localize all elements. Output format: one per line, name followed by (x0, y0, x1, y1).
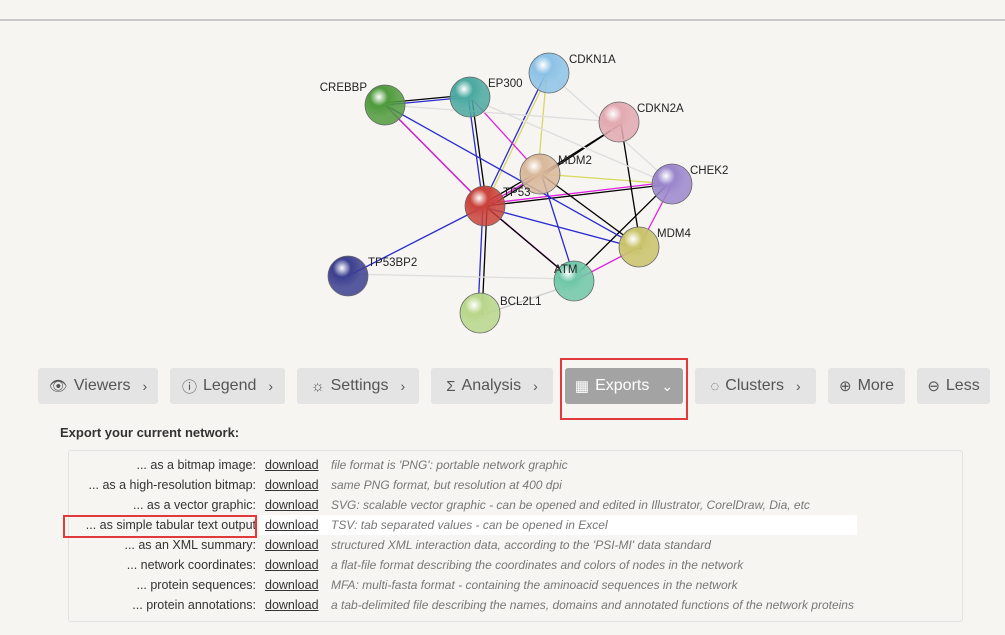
export-row: ... protein sequences: download MFA: multi… (69, 575, 962, 595)
button-label: Viewers (73, 377, 131, 394)
node-mdm2[interactable]: MDM2 (519, 153, 592, 195)
node-cdkn2a[interactable]: CDKN2A (598, 101, 684, 143)
node-mdm4[interactable]: MDM4 (618, 226, 691, 268)
edge-tp53-mdm4[interactable] (486, 207, 642, 250)
export-label: ... protein sequences: (136, 578, 256, 592)
node-bcl2l1[interactable]: BCL2L1 (459, 292, 542, 334)
export-description: TSV: tab separated values - can be opene… (331, 518, 608, 532)
export-label: ... as a vector graphic: (133, 498, 256, 512)
node-label: TP53 (503, 187, 531, 199)
export-label: ... as a bitmap image: (136, 458, 256, 472)
node-circle[interactable] (464, 185, 506, 227)
export-row: ... network coordinates: download a flat-f… (69, 555, 962, 575)
toolbar-button-more[interactable]: ⊕ More (828, 368, 905, 404)
export-row: ... as a bitmap image: download file forma… (69, 455, 962, 475)
toolbar-button-viewers[interactable]: 👁 Viewers › (38, 368, 158, 404)
export-label: ... network coordinates: (126, 558, 256, 572)
button-label: Less (945, 377, 980, 394)
node-label: MDM4 (657, 228, 691, 240)
export-description: MFA: multi-fasta format - containing the… (331, 578, 738, 592)
node-circle[interactable] (618, 226, 660, 268)
node-tp53bp2[interactable]: TP53BP2 (327, 255, 417, 297)
highlight-box-exports (560, 358, 688, 420)
export-label: ... as an XML summary: (124, 538, 256, 552)
export-row: ... as a high-resolution bitmap: download… (69, 475, 962, 495)
node-label: CREBBP (320, 82, 368, 94)
toolbar-button-legend[interactable]: ⓘ Legend › (170, 368, 285, 404)
download-link[interactable]: download (265, 475, 319, 495)
node-atm[interactable]: ATM (553, 260, 595, 302)
download-link[interactable]: download (265, 495, 319, 515)
network-graph[interactable]: CREBBP EP300 CDKN1A CDKN2A MDM2 TP53 CHEK2 MDM4… (0, 30, 1005, 350)
node-label: TP53BP2 (368, 257, 417, 269)
export-description: a tab-delimited file describing the name… (331, 598, 854, 612)
node-cdkn1a[interactable]: CDKN1A (528, 52, 616, 94)
highlight-box-tsv (63, 515, 257, 538)
download-link[interactable]: download (265, 535, 319, 555)
node-label: CHEK2 (690, 165, 728, 177)
download-link[interactable]: download (265, 455, 319, 475)
toolbar-button-clusters[interactable]: ◌ Clusters › (695, 368, 816, 404)
export-heading: Export your current network: (60, 425, 240, 440)
download-link[interactable]: download (265, 515, 319, 535)
chevron-icon: › (142, 378, 148, 394)
info-icon: ⓘ (181, 378, 197, 396)
toolbar-button-settings[interactable]: ☼ Settings › (297, 368, 419, 404)
node-tp53[interactable]: TP53 (464, 185, 531, 227)
toolbar-button-analysis[interactable]: Σ Analysis › (431, 368, 553, 404)
node-circle[interactable] (364, 84, 406, 126)
gear-icon: ☼ (310, 377, 325, 395)
button-label: Clusters (725, 377, 784, 394)
edge-chek2-atm[interactable] (571, 181, 671, 280)
node-label: EP300 (488, 78, 523, 90)
download-link[interactable]: download (265, 595, 319, 615)
edge-crebbp-cdkn2a[interactable] (384, 104, 620, 123)
node-label: ATM (554, 264, 577, 276)
node-label: BCL2L1 (500, 296, 542, 308)
export-description: file format is 'PNG': portable network g… (331, 458, 568, 472)
node-circle[interactable] (651, 163, 693, 205)
export-description: same PNG format, but resolution at 400 d… (331, 478, 562, 492)
download-link[interactable]: download (265, 575, 319, 595)
edge-tp53bp2-atm[interactable] (345, 273, 573, 280)
chevron-icon: › (400, 378, 406, 394)
eye-icon: 👁 (48, 378, 68, 395)
export-row: ... as a vector graphic: download SVG: sca… (69, 495, 962, 515)
clusters-icon: ◌ (710, 377, 720, 395)
button-label: Legend (202, 377, 257, 394)
node-circle[interactable] (327, 255, 369, 297)
button-label: Settings (330, 377, 389, 394)
node-label: CDKN2A (637, 103, 684, 115)
export-row: ... as an XML summary: download structured… (69, 535, 962, 555)
button-label: Analysis (461, 377, 522, 394)
export-row: ... protein annotations: download a tab-de… (69, 595, 962, 615)
node-crebbp[interactable]: CREBBP (320, 82, 406, 126)
node-circle[interactable] (449, 76, 491, 118)
download-link[interactable]: download (265, 555, 319, 575)
node-circle[interactable] (528, 52, 570, 94)
export-description: SVG: scalable vector graphic - can be op… (331, 498, 810, 512)
node-label: MDM2 (558, 155, 592, 167)
node-ep300[interactable]: EP300 (449, 76, 523, 118)
minus-circle-icon: ⊖ (927, 378, 940, 395)
export-description: structured XML interaction data, accordi… (331, 538, 711, 552)
button-label: More (857, 377, 895, 394)
sigma-icon: Σ (446, 377, 456, 395)
export-label: ... as a high-resolution bitmap: (88, 478, 256, 492)
plus-circle-icon: ⊕ (838, 378, 852, 395)
toolbar-button-less[interactable]: ⊖ Less (917, 368, 990, 404)
top-divider (0, 19, 1005, 21)
chevron-icon: › (533, 378, 538, 394)
node-circle[interactable] (459, 292, 501, 334)
chevron-icon: › (795, 378, 801, 394)
export-label: ... protein annotations: (132, 598, 256, 612)
node-circle[interactable] (598, 101, 640, 143)
node-chek2[interactable]: CHEK2 (651, 163, 728, 205)
export-description: a flat-file format describing the coordi… (331, 558, 744, 572)
chevron-icon: › (268, 378, 274, 394)
node-label: CDKN1A (569, 54, 616, 66)
